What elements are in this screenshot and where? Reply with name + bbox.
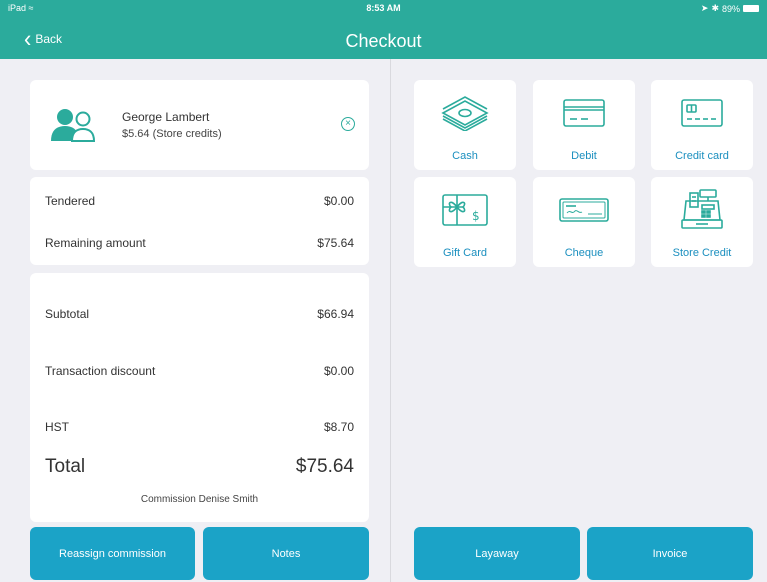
payment-gift-card-label: Gift Card: [442, 247, 487, 259]
subtotal-value: $66.94: [317, 307, 354, 321]
remaining-label: Remaining amount: [45, 236, 146, 250]
subtotal-label: Subtotal: [45, 307, 90, 321]
bluetooth-icon: ✱: [711, 3, 719, 13]
totals-card: Subtotal $66.94 Transaction discount $0.…: [30, 273, 369, 522]
payment-debit-label: Debit: [571, 150, 597, 162]
navigation-bar: ‹ Back Checkout: [0, 24, 767, 58]
total-row: Total $75.64: [45, 456, 354, 478]
customer-credit: $5.64 (Store credits): [122, 128, 222, 140]
remaining-row: Remaining amount $75.64: [45, 236, 354, 250]
payment-store-credit-label: Store Credit: [672, 247, 732, 259]
tendered-row: Tendered $0.00: [45, 194, 354, 208]
customer-card[interactable]: George Lambert $5.64 (Store credits) ×: [30, 80, 369, 170]
payment-cheque-tile[interactable]: Cheque: [533, 177, 635, 267]
status-bar: iPad ≈ 8:53 AM ➤ ✱ 89%: [0, 0, 767, 18]
cash-register-icon: [651, 189, 753, 229]
discount-label: Transaction discount: [45, 364, 156, 378]
tax-row: HST $8.70: [45, 420, 354, 434]
payment-store-credit-tile[interactable]: Store Credit: [651, 177, 753, 267]
svg-text:$: $: [472, 209, 480, 223]
gift-card-icon: $: [414, 191, 516, 229]
payment-cheque-label: Cheque: [564, 247, 604, 259]
location-icon: ➤: [700, 3, 709, 13]
cash-icon: [414, 94, 516, 132]
payment-credit-card-tile[interactable]: Credit card: [651, 80, 753, 170]
total-label: Total: [45, 456, 86, 477]
tendered-label: Tendered: [45, 194, 96, 208]
battery-icon: [743, 5, 759, 12]
payment-cash-tile[interactable]: Cash: [414, 80, 516, 170]
credit-card-icon: [651, 94, 753, 132]
notes-button[interactable]: Notes: [203, 527, 369, 580]
payment-cash-label: Cash: [452, 150, 478, 162]
subtotal-row: Subtotal $66.94: [45, 307, 354, 321]
total-value: $75.64: [295, 456, 354, 477]
customer-name: George Lambert: [122, 110, 210, 124]
tax-value: $8.70: [323, 420, 354, 434]
tendered-value: $0.00: [323, 194, 354, 208]
payment-debit-tile[interactable]: Debit: [533, 80, 635, 170]
payment-credit-card-label: Credit card: [675, 150, 729, 162]
commission-label: Commission Denise Smith: [140, 494, 259, 505]
invoice-button[interactable]: Invoice: [587, 527, 753, 580]
header-bar: iPad ≈ 8:53 AM ➤ ✱ 89% ‹ Back Checkout: [0, 0, 767, 59]
layaway-button[interactable]: Layaway: [414, 527, 580, 580]
status-time: 8:53 AM: [366, 3, 401, 13]
battery-percent: 89%: [721, 3, 740, 14]
panel-divider: [390, 59, 391, 582]
tax-label: HST: [45, 420, 69, 434]
discount-value: $0.00: [323, 364, 354, 378]
page-title: Checkout: [345, 31, 422, 51]
discount-row[interactable]: Transaction discount $0.00: [45, 364, 354, 378]
reassign-commission-button[interactable]: Reassign commission: [30, 527, 195, 580]
tender-summary-card: Tendered $0.00 Remaining amount $75.64: [30, 177, 369, 265]
remaining-value: $75.64: [317, 236, 354, 250]
customer-group-icon: [50, 107, 100, 148]
remove-customer-icon[interactable]: ×: [341, 117, 355, 131]
payment-gift-card-tile[interactable]: $ Gift Card: [414, 177, 516, 267]
cheque-icon: [533, 191, 635, 229]
debit-card-icon: [533, 94, 635, 132]
